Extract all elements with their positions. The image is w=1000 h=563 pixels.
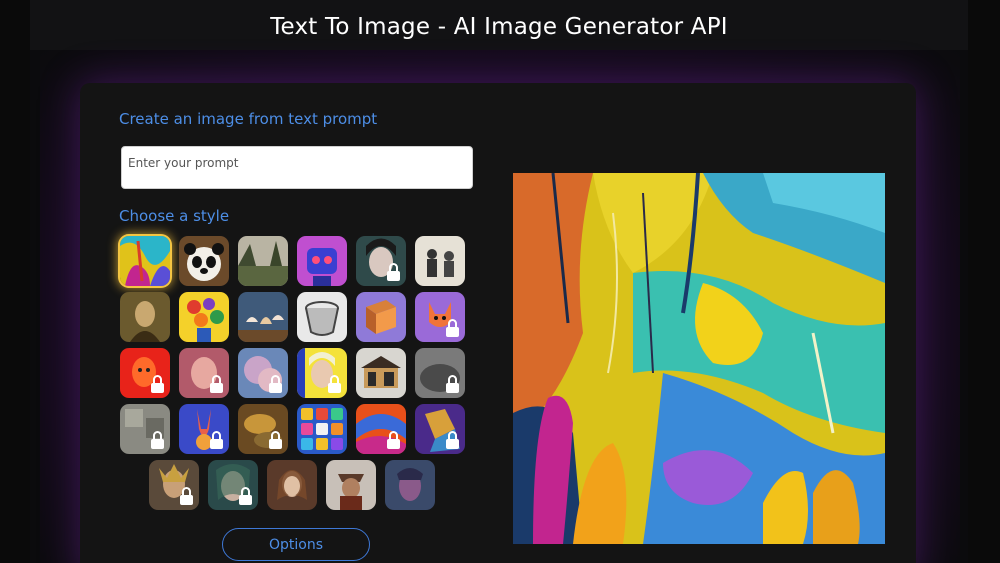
style-thumb-ballet-painting[interactable] xyxy=(238,292,288,342)
style-thumb-classical-portrait[interactable] xyxy=(267,460,317,510)
lock-icon xyxy=(387,431,400,449)
style-thumb-rabbit-fantasy[interactable] xyxy=(179,404,229,454)
style-thumb-renaissance[interactable] xyxy=(120,292,170,342)
lock-icon xyxy=(151,431,164,449)
style-thumb-pop-art[interactable] xyxy=(297,348,347,398)
style-thumb-pencil-sketch[interactable] xyxy=(297,292,347,342)
style-thumb-colorful-abstract[interactable] xyxy=(356,404,406,454)
lock-icon xyxy=(446,375,459,393)
style-thumb-steampunk[interactable] xyxy=(326,460,376,510)
style-thumb-ethereal[interactable] xyxy=(208,460,258,510)
page-edge-left xyxy=(0,0,30,563)
lock-icon xyxy=(151,375,164,393)
style-thumb-flowers-still-life[interactable] xyxy=(179,292,229,342)
lock-icon xyxy=(269,431,282,449)
options-button[interactable]: Options xyxy=(222,528,370,561)
create-label: Create an image from text prompt xyxy=(119,110,378,128)
lock-icon xyxy=(180,487,193,505)
style-thumb-vintage-photo[interactable] xyxy=(415,236,465,286)
lock-icon xyxy=(446,431,459,449)
lock-icon xyxy=(446,319,459,337)
lock-icon xyxy=(269,375,282,393)
style-thumb-robot-3d[interactable] xyxy=(297,236,347,286)
page-edge-right xyxy=(968,0,1000,563)
style-thumb-red-neon[interactable] xyxy=(120,348,170,398)
style-thumb-anime-portrait[interactable] xyxy=(356,236,406,286)
lock-icon xyxy=(239,487,252,505)
style-thumb-golden-abstract[interactable] xyxy=(238,404,288,454)
style-thumb-mosaic[interactable] xyxy=(120,404,170,454)
style-thumb-icon-set[interactable] xyxy=(297,404,347,454)
style-thumb-isometric[interactable] xyxy=(356,292,406,342)
style-thumb-fantasy-warrior[interactable] xyxy=(149,460,199,510)
style-thumb-fox-illustration[interactable] xyxy=(415,292,465,342)
style-thumb-cyber-portrait[interactable] xyxy=(385,460,435,510)
generator-panel: Create an image from text prompt Choose … xyxy=(80,83,916,563)
header-bar: Text To Image - AI Image Generator API xyxy=(30,0,968,50)
lock-icon xyxy=(210,431,223,449)
lock-icon xyxy=(387,263,400,281)
style-thumb-stone-texture[interactable] xyxy=(415,348,465,398)
prompt-input[interactable] xyxy=(121,146,473,189)
style-thumb-panda-cartoon[interactable] xyxy=(179,236,229,286)
style-thumb-landscape[interactable] xyxy=(238,236,288,286)
style-label: Choose a style xyxy=(119,207,230,225)
lock-icon xyxy=(328,375,341,393)
generated-image-preview xyxy=(513,173,885,544)
style-thumb-cubism[interactable] xyxy=(415,404,465,454)
page-title: Text To Image - AI Image Generator API xyxy=(270,14,728,40)
style-thumb-architecture[interactable] xyxy=(356,348,406,398)
style-thumb-pastel[interactable] xyxy=(238,348,288,398)
style-thumb-portrait-soft[interactable] xyxy=(179,348,229,398)
lock-icon xyxy=(210,375,223,393)
style-thumb-abstract-painting[interactable] xyxy=(120,236,170,286)
